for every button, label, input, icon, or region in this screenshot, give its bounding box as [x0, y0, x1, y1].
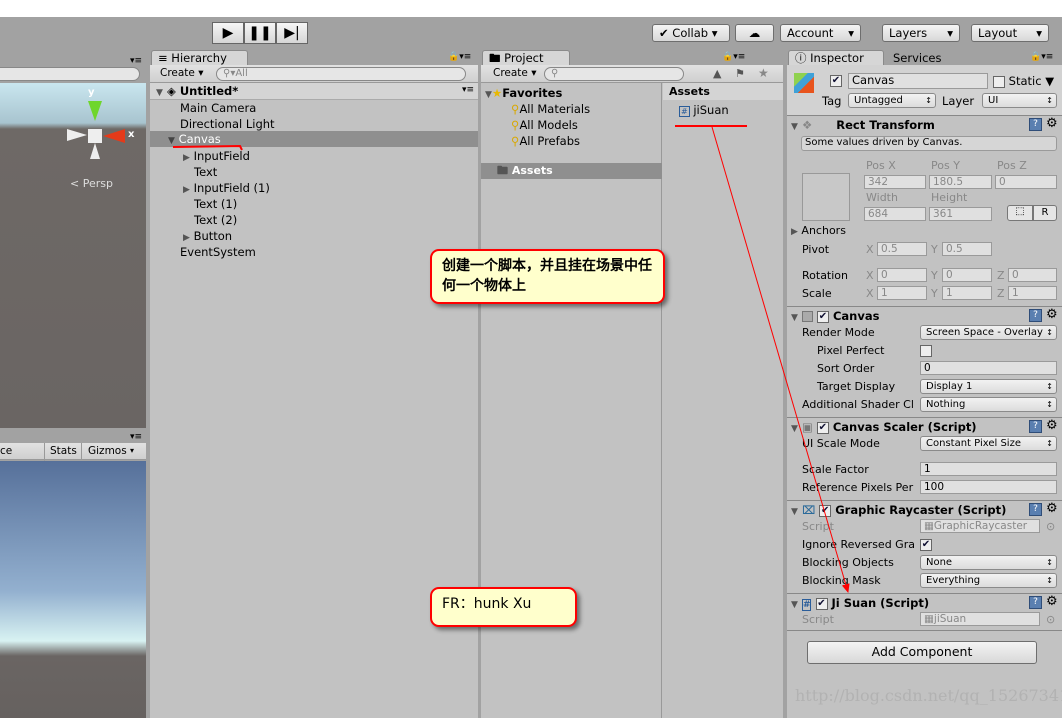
annotation-arrow: [711, 126, 850, 593]
canvas-underline: [172, 144, 243, 151]
callout-note: 创建一个脚本，并且挂在场景中任何一个物体上: [430, 249, 665, 304]
author-callout: FR：hunk Xu: [430, 587, 577, 627]
